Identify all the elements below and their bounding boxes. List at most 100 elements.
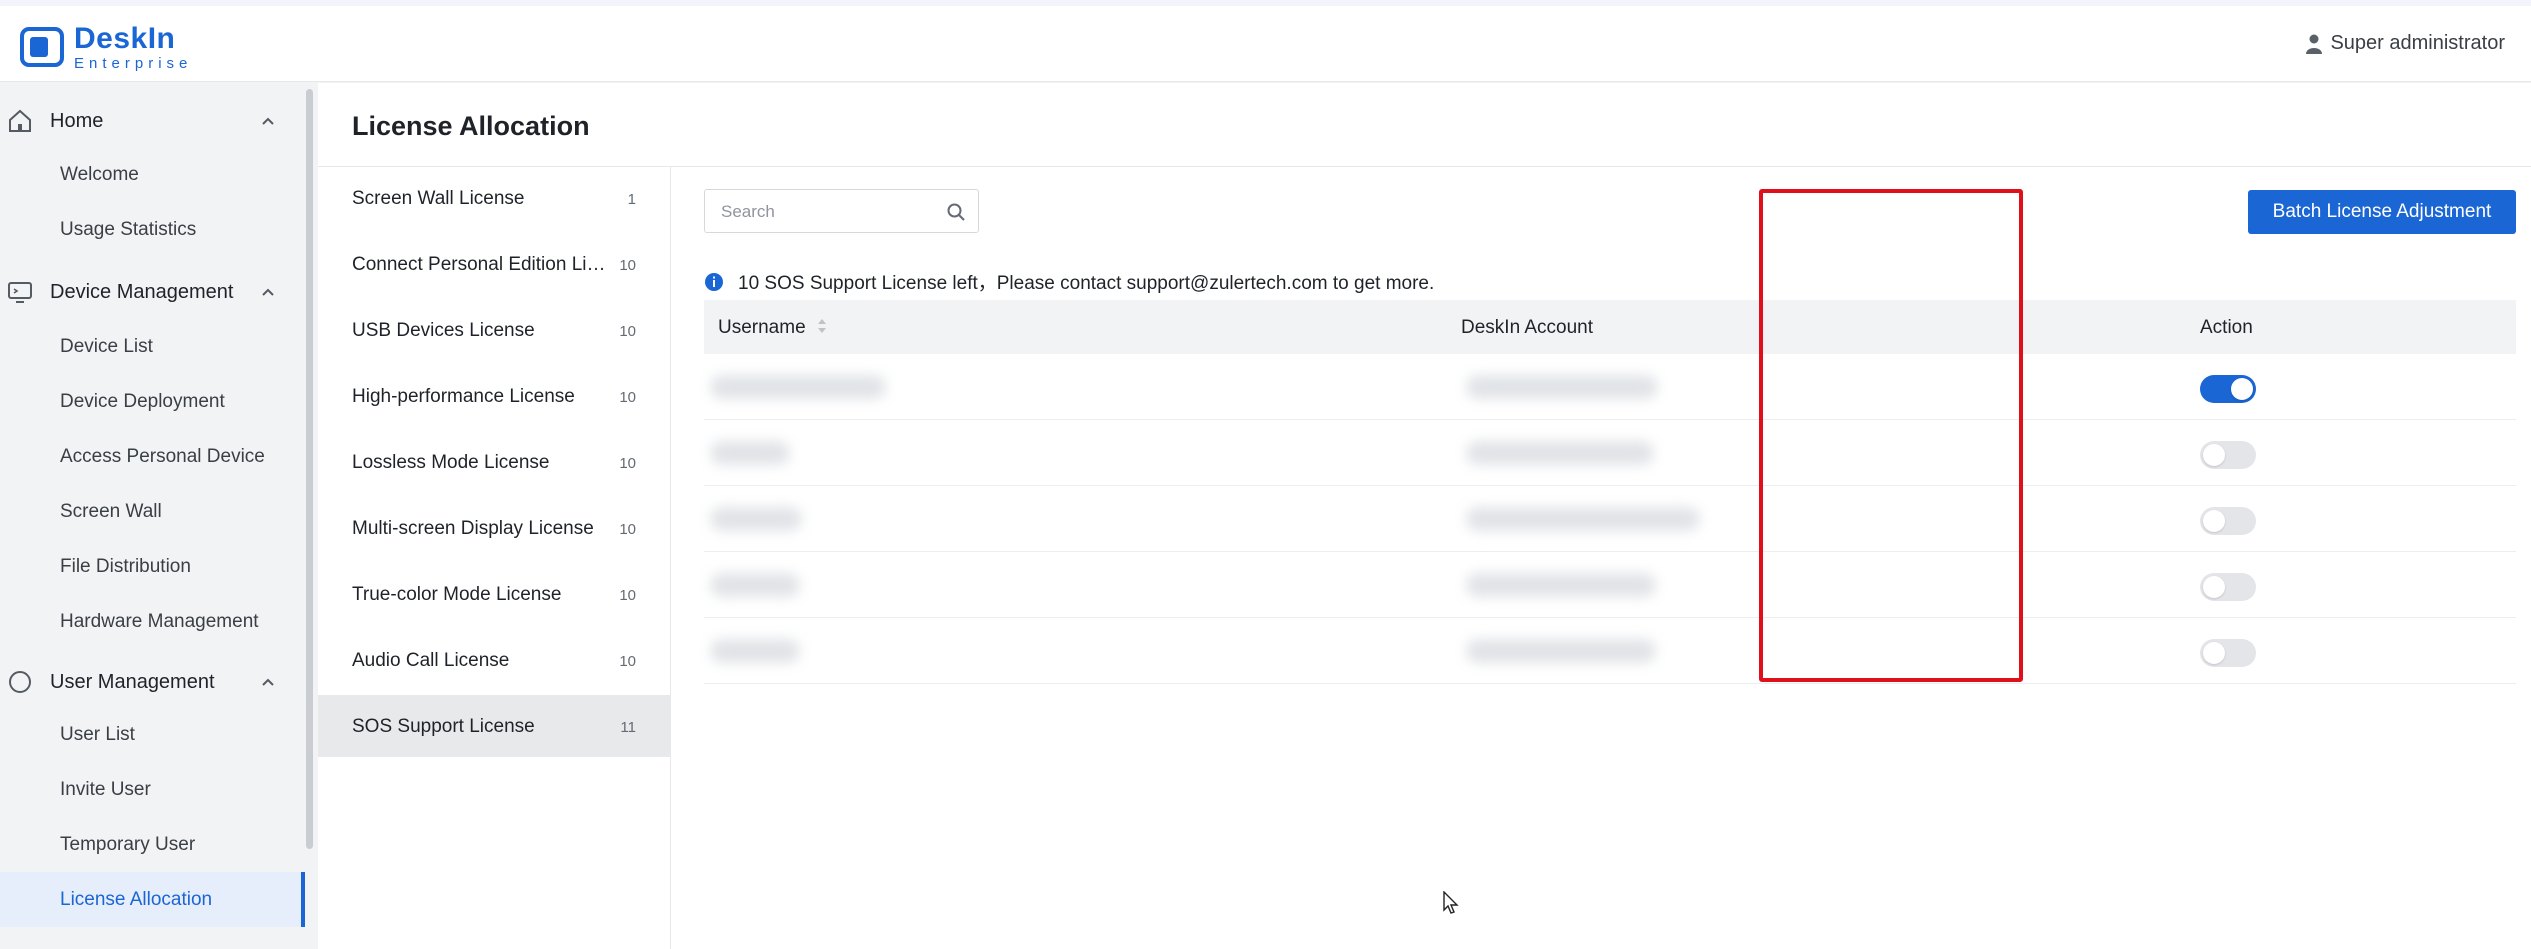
logo-subtitle: Enterprise: [74, 54, 193, 72]
license-item-usb-devices[interactable]: USB Devices License 10: [318, 299, 670, 361]
account-redacted: [1466, 573, 1656, 597]
sidebar-group-label: Device Management: [50, 281, 234, 303]
sidebar-group-user-management[interactable]: User Management: [0, 656, 300, 708]
search-input[interactable]: Search: [704, 189, 979, 233]
sidebar-item-access-personal-device[interactable]: Access Personal Device: [0, 429, 305, 484]
license-count: 10: [619, 653, 636, 670]
license-item-sos-support[interactable]: SOS Support License 11: [318, 695, 670, 757]
username-redacted: [710, 441, 790, 465]
chevron-up-icon: [262, 288, 274, 296]
license-count: 11: [620, 719, 636, 736]
sort-icon[interactable]: [817, 316, 827, 336]
sidebar-group-device-management[interactable]: Device Management: [0, 266, 300, 318]
sidebar-item-invite-user[interactable]: Invite User: [0, 762, 305, 817]
logo-title: DeskIn: [74, 21, 176, 55]
license-item-multi-screen[interactable]: Multi-screen Display License 10: [318, 497, 670, 559]
sidebar-item-device-list[interactable]: Device List: [0, 319, 305, 374]
table-row: [704, 618, 2516, 684]
user-menu[interactable]: Super administrator: [2306, 32, 2505, 55]
license-item-audio-call[interactable]: Audio Call License 10: [318, 629, 670, 691]
license-item-connect-personal[interactable]: Connect Personal Edition License 10: [318, 233, 670, 295]
column-deskin-account: DeskIn Account: [1461, 317, 1594, 338]
license-type-list: Screen Wall License 1 Connect Personal E…: [318, 167, 671, 949]
sidebar-item-license-allocation[interactable]: License Allocation: [0, 872, 305, 927]
license-name: High-performance License: [352, 386, 575, 407]
sidebar-item-label: File Distribution: [60, 556, 191, 577]
sidebar-group-label: Home: [50, 110, 104, 132]
logo[interactable]: DeskIn Enterprise: [20, 22, 192, 72]
user-icon: [2306, 34, 2323, 54]
top-header: DeskIn Enterprise Super administrator: [0, 6, 2531, 82]
username-redacted: [710, 507, 802, 531]
chevron-up-icon: [262, 678, 274, 686]
table-row: [704, 486, 2516, 552]
license-count: 10: [619, 257, 636, 274]
sidebar-item-file-distribution[interactable]: File Distribution: [0, 539, 305, 594]
sidebar-item-label: Screen Wall: [60, 501, 162, 522]
license-toggle[interactable]: [2200, 441, 2256, 469]
license-notice: 10 SOS Support License left，Please conta…: [704, 268, 1434, 295]
account-redacted: [1466, 507, 1700, 531]
table-row: [704, 552, 2516, 618]
license-item-true-color[interactable]: True-color Mode License 10: [318, 563, 670, 625]
mouse-cursor-icon: [1443, 891, 1459, 914]
sidebar-item-temporary-user[interactable]: Temporary User: [0, 817, 305, 872]
sidebar-item-hardware-management[interactable]: Hardware Management: [0, 594, 305, 649]
license-count: 10: [619, 389, 636, 406]
license-toggle[interactable]: [2200, 375, 2256, 403]
table-row: [704, 354, 2516, 420]
license-name: SOS Support License: [352, 716, 535, 737]
info-icon: [705, 272, 723, 291]
sidebar-item-user-list[interactable]: User List: [0, 707, 305, 762]
license-toggle[interactable]: [2200, 573, 2256, 601]
sidebar-item-label: Hardware Management: [60, 611, 259, 632]
table-header: Username DeskIn Account Action: [704, 300, 2516, 354]
license-toggle[interactable]: [2200, 507, 2256, 535]
sidebar-item-label: Temporary User: [60, 834, 196, 855]
sidebar-item-welcome[interactable]: Welcome: [0, 147, 305, 202]
license-item-lossless-mode[interactable]: Lossless Mode License 10: [318, 431, 670, 493]
column-username[interactable]: Username: [718, 317, 806, 339]
sidebar-item-screen-wall[interactable]: Screen Wall: [0, 484, 305, 539]
monitor-icon: [8, 282, 32, 303]
license-content: Search Batch License Adjustment 10 SOS S…: [671, 167, 2531, 949]
sidebar-item-label: Device List: [60, 336, 153, 357]
account-redacted: [1466, 639, 1656, 663]
sidebar-group-label: User Management: [50, 671, 215, 693]
search-placeholder: Search: [721, 202, 775, 221]
license-toggle[interactable]: [2200, 639, 2256, 667]
license-count: 1: [627, 191, 636, 208]
sidebar-item-label: User List: [60, 724, 135, 745]
license-name: Lossless Mode License: [352, 452, 550, 473]
license-count: 10: [619, 455, 636, 472]
username-redacted: [710, 639, 800, 663]
license-name: Multi-screen Display License: [352, 518, 594, 539]
sidebar-item-device-deployment[interactable]: Device Deployment: [0, 374, 305, 429]
deskin-logo-icon: [20, 25, 66, 69]
sidebar-item-label: License Allocation: [60, 889, 213, 910]
batch-license-adjustment-button[interactable]: Batch License Adjustment: [2248, 190, 2516, 234]
license-count: 10: [619, 587, 636, 604]
main-panel: License Allocation Screen Wall License 1…: [318, 83, 2531, 949]
page-title: License Allocation: [352, 111, 590, 141]
account-redacted: [1466, 375, 1658, 399]
user-name: Super administrator: [2330, 32, 2505, 54]
sidebar-group-home[interactable]: Home: [0, 95, 300, 147]
user-circle-icon: [9, 671, 31, 693]
license-item-screen-wall[interactable]: Screen Wall License 1: [318, 167, 670, 229]
sidebar: Home Welcome Usage Statistics Device Man…: [0, 83, 318, 949]
sidebar-item-label: Invite User: [60, 779, 151, 800]
sidebar-scrollbar[interactable]: [306, 89, 313, 849]
sidebar-item-label: Device Deployment: [60, 391, 225, 412]
search-icon: [947, 203, 965, 221]
license-item-high-performance[interactable]: High-performance License 10: [318, 365, 670, 427]
license-count: 10: [619, 521, 636, 538]
license-name: USB Devices License: [352, 320, 535, 341]
annotation-highlight-box: [1759, 189, 2023, 682]
table-row: [704, 420, 2516, 486]
sidebar-item-label: Welcome: [60, 164, 139, 185]
sidebar-item-usage-statistics[interactable]: Usage Statistics: [0, 202, 305, 257]
sidebar-item-label: Access Personal Device: [60, 446, 265, 467]
username-redacted: [710, 375, 886, 399]
column-action: Action: [2200, 317, 2253, 338]
